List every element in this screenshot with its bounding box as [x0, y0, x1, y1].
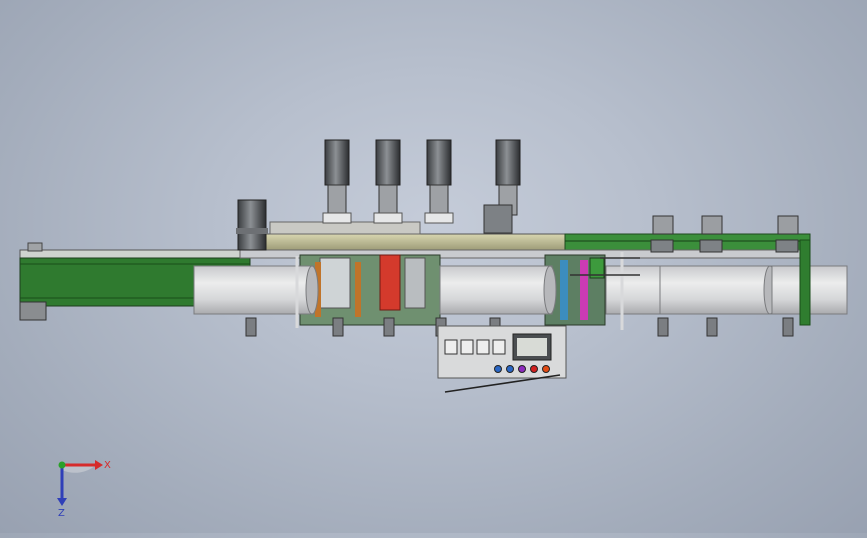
servo-motor-1 [322, 139, 352, 224]
control-button-1[interactable] [494, 365, 502, 373]
axis-triad: X Z [57, 460, 111, 519]
control-cabinet [437, 325, 567, 393]
top-cylinder-2 [699, 215, 723, 253]
servo-motor-2 [373, 139, 403, 224]
outfeed-conveyor [799, 239, 811, 326]
labeling-machine-model[interactable]: X Z [0, 0, 867, 533]
y-axis-dot [58, 461, 66, 469]
bottle-4 [659, 265, 777, 315]
z-axis-label: Z [58, 508, 65, 519]
control-button-2[interactable] [506, 365, 514, 373]
servo-motor-3 [424, 139, 454, 224]
control-button-4[interactable] [530, 365, 538, 373]
upper-frame [239, 221, 811, 259]
control-button-3[interactable] [518, 365, 526, 373]
infeed-drive-motor [236, 199, 268, 251]
bottle-1 [193, 265, 319, 315]
bottle-3 [605, 265, 663, 315]
top-cylinder-3 [775, 215, 799, 253]
servo-motor-4 [483, 139, 521, 234]
cad-viewport[interactable]: X Z [0, 0, 867, 533]
bottle-2 [439, 265, 557, 315]
x-axis-label: X [104, 460, 111, 471]
control-button-5[interactable] [542, 365, 550, 373]
top-cylinder-1 [650, 215, 674, 253]
